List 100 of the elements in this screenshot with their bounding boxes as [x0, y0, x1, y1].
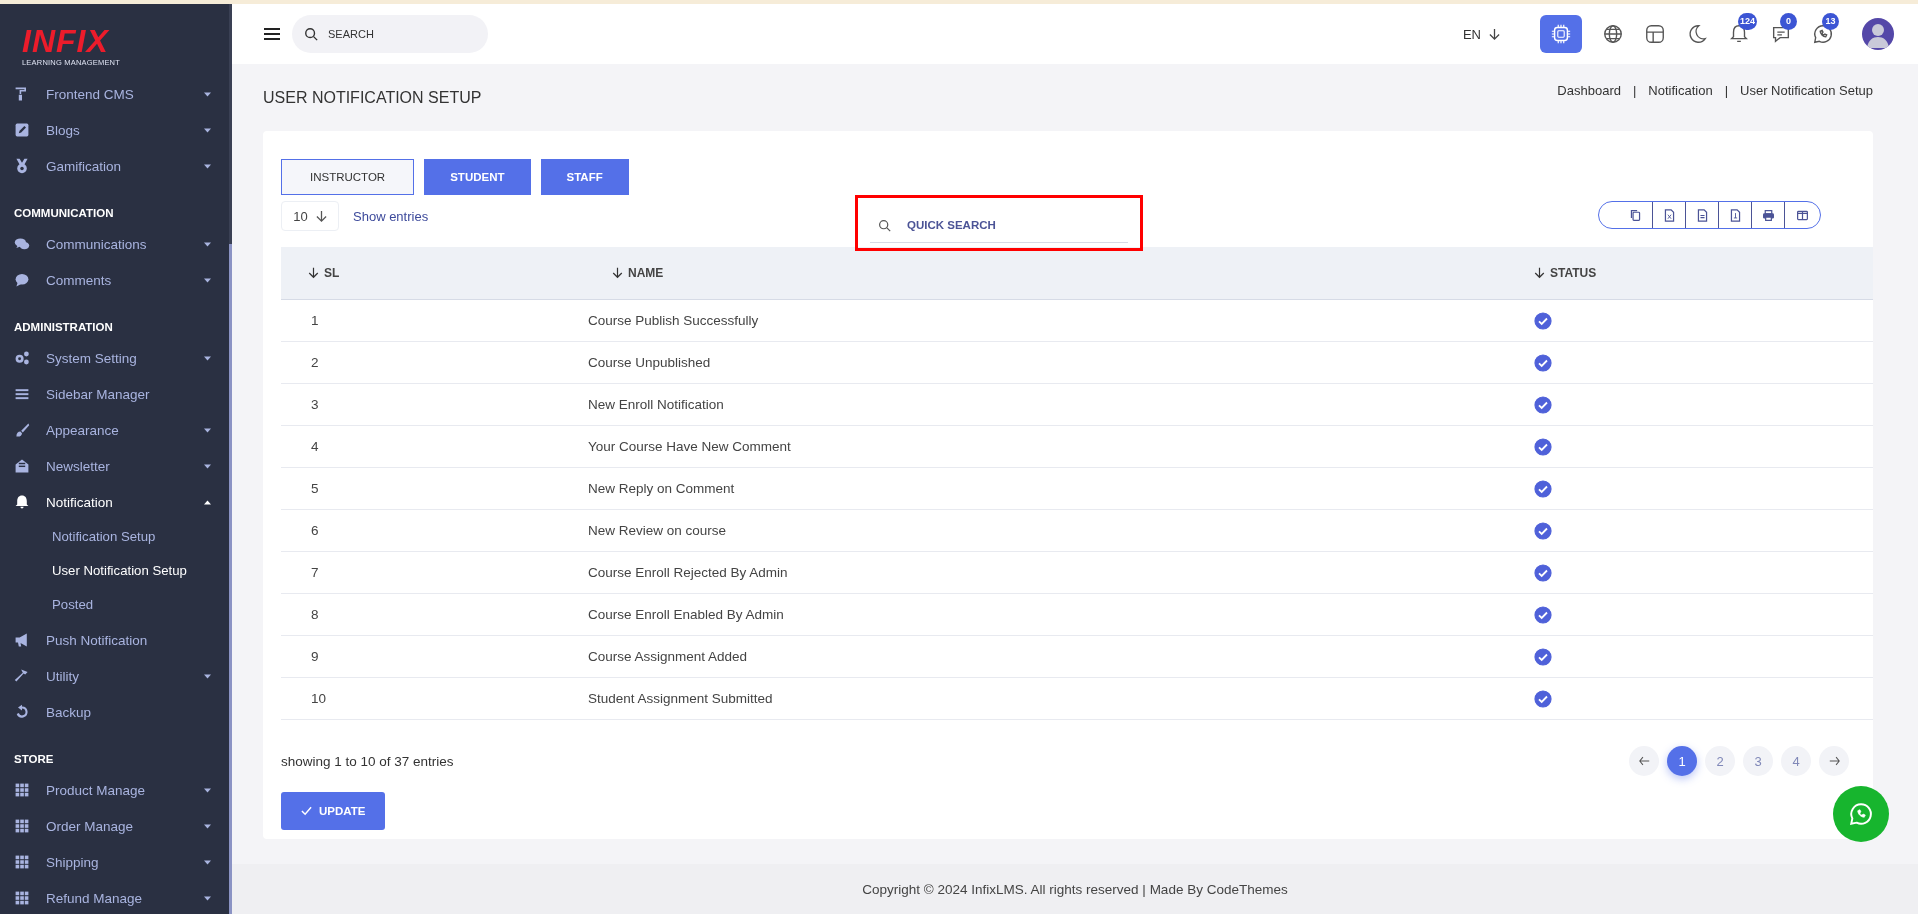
- sidebar-item[interactable]: Newsletter: [0, 448, 229, 484]
- check-circle-icon[interactable]: [1534, 605, 1552, 624]
- check-circle-icon[interactable]: [1534, 479, 1552, 498]
- submenu-item[interactable]: Posted: [0, 588, 229, 622]
- check-circle-icon[interactable]: [1534, 311, 1552, 330]
- table-cell: New Enroll Notification: [588, 397, 724, 412]
- phone-bubble-icon[interactable]: [1812, 23, 1834, 45]
- table-cell: Course Enroll Enabled By Admin: [588, 607, 784, 622]
- search-bar[interactable]: SEARCH: [292, 15, 488, 53]
- sidebar-item[interactable]: Utility: [0, 658, 229, 694]
- column-header[interactable]: SL: [281, 266, 588, 280]
- submenu-item[interactable]: User Notification Setup: [0, 554, 229, 588]
- arrow-down-icon: [308, 267, 319, 279]
- table-cell: Course Assignment Added: [588, 649, 748, 664]
- menu-lines-icon: [14, 386, 30, 402]
- table-cell: 4: [311, 439, 319, 454]
- breadcrumb-separator: |: [1724, 83, 1729, 98]
- count-badge: 124: [1738, 13, 1758, 30]
- chat-bubbles-icon: [14, 236, 30, 252]
- sidebar-item[interactable]: Blogs: [0, 112, 229, 148]
- entries-label: Show entries: [353, 208, 429, 224]
- search-icon: [878, 218, 891, 232]
- arrow-down-icon: [1534, 267, 1545, 279]
- table-cell: 6: [311, 523, 319, 538]
- page-button[interactable]: 1: [1667, 746, 1697, 776]
- check-circle-icon[interactable]: [1534, 521, 1552, 540]
- arrow-left-icon: [1638, 756, 1650, 766]
- sidebar-item[interactable]: Frontend CMS: [0, 76, 229, 112]
- sidebar-item[interactable]: Sidebar Manager: [0, 376, 229, 412]
- gears-icon: [14, 350, 30, 366]
- table-cell: Student Assignment Submitted: [588, 691, 773, 706]
- check-circle-icon[interactable]: [1534, 563, 1552, 582]
- section-heading: ADMINISTRATION: [14, 320, 114, 335]
- role-tab[interactable]: STAFF: [540, 159, 629, 195]
- table-cell: New Review on course: [588, 523, 727, 538]
- table-cell: Course Enroll Rejected By Admin: [588, 565, 788, 580]
- role-tab[interactable]: STUDENT: [424, 159, 531, 195]
- sidebar-item[interactable]: Refund Manage: [0, 880, 229, 914]
- table-cell: 1: [311, 313, 319, 328]
- grid-icon: [14, 782, 30, 798]
- language-selector[interactable]: EN: [1462, 26, 1481, 42]
- sidebar-item[interactable]: Order Manage: [0, 808, 229, 844]
- medal-icon: [14, 158, 30, 174]
- entries-select[interactable]: 10: [281, 201, 339, 231]
- search-field[interactable]: SEARCH: [326, 27, 470, 41]
- grid-icon: [14, 854, 30, 870]
- sidebar-item[interactable]: Notification: [0, 484, 229, 520]
- check-circle-icon[interactable]: [1534, 647, 1552, 666]
- breadcrumb-link[interactable]: Notification: [1648, 83, 1713, 98]
- logo-wordmark: INFIX: [22, 26, 109, 56]
- pencil-icon: [14, 122, 30, 138]
- check-circle-icon[interactable]: [1534, 437, 1552, 456]
- section-heading: COMMUNICATION: [14, 206, 115, 221]
- bell-icon[interactable]: [1728, 23, 1750, 45]
- table-cell: Your Course Have New Comment: [588, 439, 791, 454]
- check-circle-icon[interactable]: [1534, 689, 1552, 708]
- arrow-down-icon: [612, 267, 623, 279]
- count-badge: 0: [1780, 13, 1797, 30]
- check-circle-icon[interactable]: [1534, 353, 1552, 372]
- check-circle-icon[interactable]: [1534, 395, 1552, 414]
- chat-button[interactable]: [1833, 786, 1889, 842]
- submenu-item[interactable]: Notification Setup: [0, 520, 229, 554]
- chip-icon: [1550, 23, 1572, 45]
- megaphone-icon: [14, 632, 30, 648]
- chat-bubble-icon: [14, 272, 30, 288]
- update-button[interactable]: UPDATE: [281, 792, 386, 830]
- page-title: USER NOTIFICATION SETUP: [263, 88, 482, 107]
- table-cell: 7: [311, 565, 319, 580]
- entries-summary: showing 1 to 10 of 37 entries: [281, 753, 454, 769]
- grid-icon: [14, 818, 30, 834]
- sidebar-item[interactable]: Gamification: [0, 148, 229, 184]
- role-tab[interactable]: INSTRUCTOR: [281, 159, 415, 195]
- table-cell: Course Unpublished: [588, 355, 711, 370]
- undo-icon: [14, 704, 30, 720]
- moon-icon[interactable]: [1686, 23, 1708, 45]
- column-header[interactable]: STATUS: [1510, 266, 1873, 280]
- arrow-down-icon: [1489, 27, 1500, 41]
- sidebar-item[interactable]: Communications: [0, 226, 229, 262]
- envelope-icon: [14, 458, 30, 474]
- footer-text: Copyright © 2024 InfixLMS. All rights reserved | Made By CodeThemes: [862, 881, 1288, 897]
- sidebar-item[interactable]: Backup: [0, 694, 229, 730]
- checkmark-icon: [301, 806, 312, 816]
- globe-icon[interactable]: [1602, 23, 1624, 45]
- sidebar-item[interactable]: Comments: [0, 262, 229, 298]
- search-icon: [304, 27, 318, 41]
- table-cell: 8: [311, 607, 319, 622]
- layout-icon[interactable]: [1644, 23, 1666, 45]
- column-header[interactable]: NAME: [588, 266, 1510, 280]
- ai-chip-button[interactable]: [1540, 15, 1582, 53]
- sidebar-item[interactable]: System Setting: [0, 340, 229, 376]
- sidebar-item[interactable]: Push Notification: [0, 622, 229, 658]
- avatar[interactable]: [1862, 18, 1894, 50]
- brush-icon: [14, 422, 30, 438]
- breadcrumb-link[interactable]: Dashboard: [1557, 83, 1621, 98]
- section-heading: STORE: [14, 752, 55, 767]
- sidebar-item[interactable]: Shipping: [0, 844, 229, 880]
- menu-icon[interactable]: [264, 27, 280, 41]
- sidebar-item[interactable]: Appearance: [0, 412, 229, 448]
- arrow-right-icon: [1828, 756, 1840, 766]
- sidebar-item[interactable]: Product Manage: [0, 772, 229, 808]
